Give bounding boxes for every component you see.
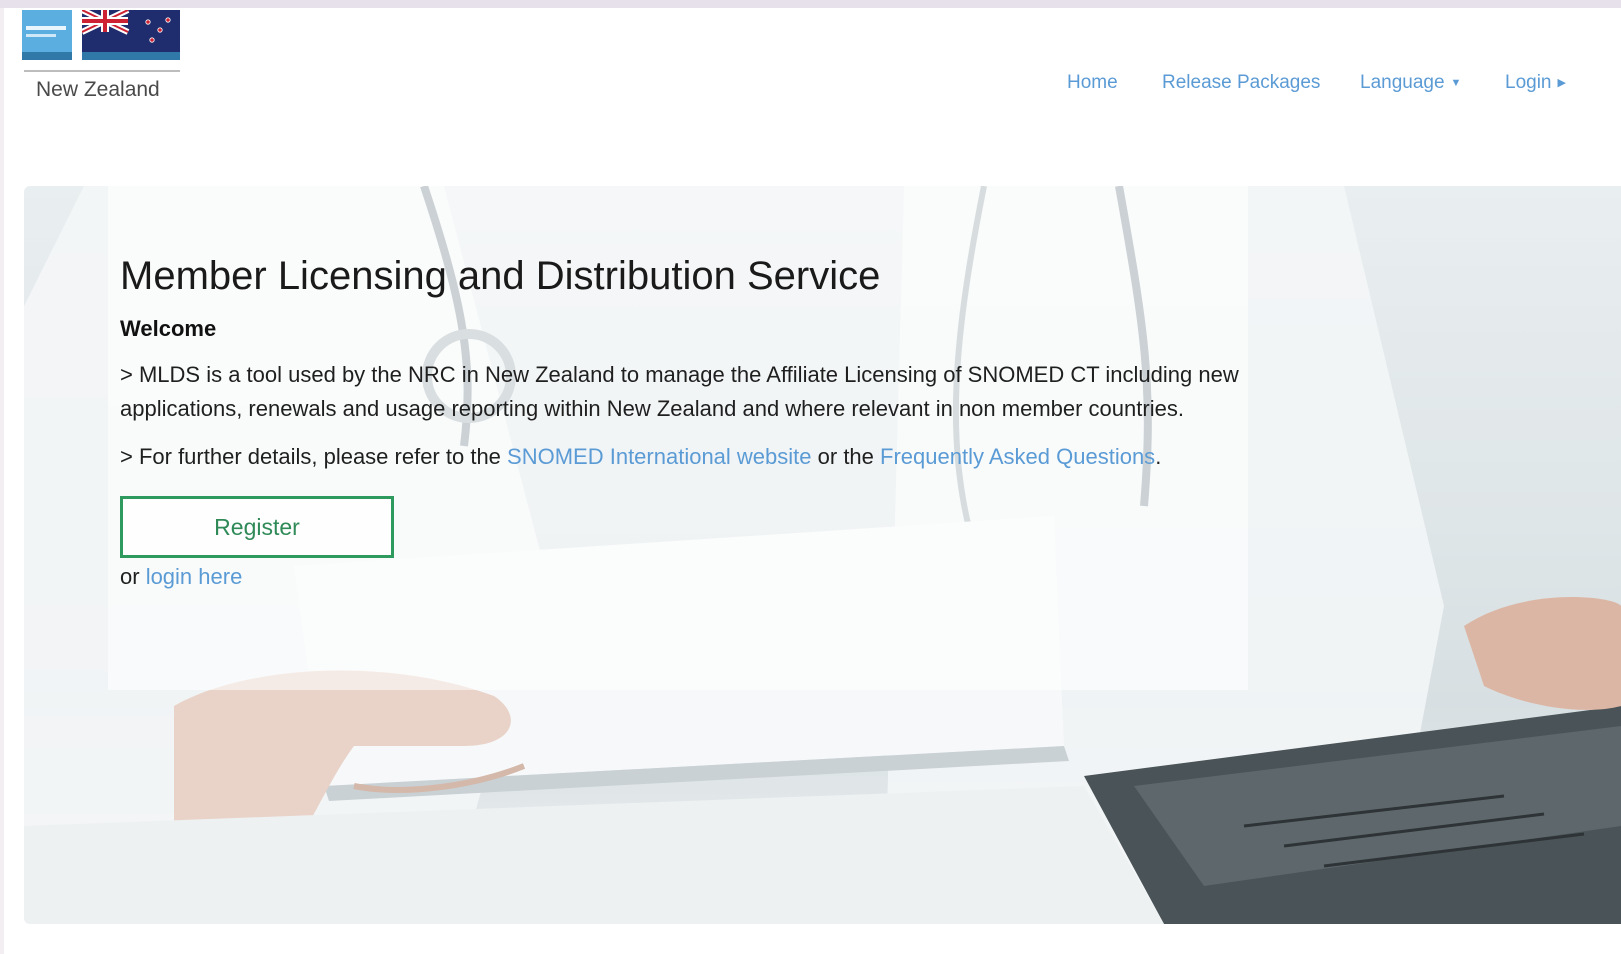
details-prefix: > For further details, please refer to t…: [120, 444, 501, 469]
site-logo[interactable]: New Zealand: [22, 10, 186, 110]
caret-down-icon: ▼: [1450, 76, 1462, 89]
register-button[interactable]: Register: [120, 496, 394, 558]
intro-paragraph: > MLDS is a tool used by the NRC in New …: [120, 362, 1239, 421]
main-nav: Home Release Packages Language ▼ Login ▶: [1067, 72, 1621, 98]
faq-link[interactable]: Frequently Asked Questions: [880, 444, 1155, 469]
login-alternative: or login here: [120, 562, 1240, 592]
details-suffix: .: [1155, 444, 1162, 469]
nav-language-dropdown[interactable]: Language ▼: [1360, 72, 1461, 94]
nav-login[interactable]: Login ▶: [1505, 72, 1566, 94]
caret-right-icon: ▶: [1557, 77, 1566, 90]
welcome-heading: Welcome: [120, 316, 217, 341]
nz-flag-icon: [82, 10, 180, 60]
details-middle: or the: [817, 444, 874, 469]
snomed-international-link[interactable]: SNOMED International website: [507, 444, 811, 469]
top-border: [0, 0, 1621, 8]
page-title: Member Licensing and Distribution Servic…: [120, 254, 881, 298]
snomed-logo-icon: [22, 10, 72, 60]
hero-section: Member Licensing and Distribution Servic…: [24, 186, 1621, 924]
hero-content: Member Licensing and Distribution Servic…: [120, 250, 1240, 592]
nav-home[interactable]: Home: [1067, 72, 1118, 94]
details-paragraph: > For further details, please refer to t…: [120, 440, 1240, 474]
login-here-link[interactable]: login here: [146, 564, 243, 589]
logo-caption: New Zealand: [36, 78, 160, 101]
logo-divider: [24, 70, 180, 72]
nav-release-packages[interactable]: Release Packages: [1162, 72, 1320, 94]
left-edge: [0, 8, 4, 954]
or-text: or: [120, 564, 140, 589]
nav-language-label: Language: [1360, 72, 1445, 93]
nav-login-label: Login: [1505, 72, 1552, 93]
